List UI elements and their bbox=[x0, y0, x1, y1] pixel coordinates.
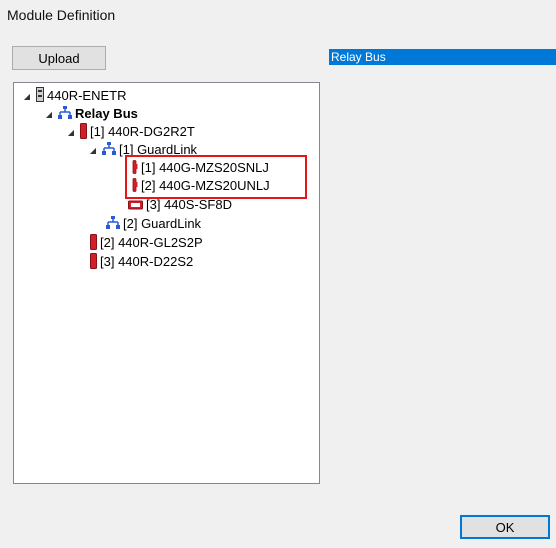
tree-node-relay-bus[interactable]: ◢ Relay Bus bbox=[44, 105, 138, 123]
tree-node-root[interactable]: ◢ 440R-ENETR bbox=[22, 87, 126, 105]
tree-node-label: [2] GuardLink bbox=[123, 216, 202, 231]
collapse-icon[interactable]: ◢ bbox=[88, 146, 98, 155]
tree-node-label: [1] GuardLink bbox=[119, 142, 198, 157]
tree-node-label: [2] 440G-MZS20UNLJ bbox=[141, 178, 270, 193]
tree-node-label: Relay Bus bbox=[75, 106, 138, 121]
selected-item-header: Relay Bus bbox=[329, 49, 556, 65]
relay-module-icon bbox=[80, 122, 87, 142]
tree-node-label: [2] 440R-GL2S2P bbox=[100, 235, 203, 250]
tree-node-guardlink-1[interactable]: ◢ [1] GuardLink bbox=[88, 141, 197, 159]
tree-node-module-1[interactable]: ◢ [1] 440R-DG2R2T bbox=[66, 122, 195, 142]
relay-module-icon bbox=[90, 233, 97, 253]
safety-switch-icon bbox=[132, 159, 138, 177]
collapse-icon[interactable]: ◢ bbox=[22, 92, 32, 101]
tree-node-label: [3] 440R-D22S2 bbox=[100, 254, 194, 269]
tree-node-guardlink-2[interactable]: [2] GuardLink bbox=[106, 215, 201, 233]
tree-node-label: [1] 440G-MZS20SNLJ bbox=[141, 160, 269, 175]
upload-button[interactable]: Upload bbox=[12, 46, 106, 70]
tree-node-label: [1] 440R-DG2R2T bbox=[90, 124, 195, 139]
adapter-module-icon bbox=[36, 87, 44, 105]
relay-module-icon bbox=[90, 252, 97, 272]
safety-device-icon bbox=[128, 198, 143, 213]
tree-node-module-2[interactable]: [2] 440R-GL2S2P bbox=[90, 233, 203, 253]
window-title: Module Definition bbox=[7, 7, 116, 23]
ok-button[interactable]: OK bbox=[460, 515, 550, 539]
network-icon bbox=[102, 142, 116, 158]
collapse-icon[interactable]: ◢ bbox=[44, 110, 54, 119]
module-tree[interactable]: ◢ 440R-ENETR ◢ Relay Bus ◢ [1] 440R-DG2R… bbox=[13, 82, 320, 484]
tree-node-device-3[interactable]: [3] 440S-SF8D bbox=[128, 196, 232, 214]
collapse-icon[interactable]: ◢ bbox=[66, 128, 76, 137]
tree-node-label: [3] 440S-SF8D bbox=[146, 197, 232, 212]
safety-switch-icon bbox=[132, 177, 138, 195]
network-icon bbox=[106, 216, 120, 232]
tree-node-module-3[interactable]: [3] 440R-D22S2 bbox=[90, 252, 194, 272]
tree-node-device-2[interactable]: [2] 440G-MZS20UNLJ bbox=[132, 177, 270, 195]
network-icon bbox=[58, 106, 72, 122]
tree-node-label: 440R-ENETR bbox=[47, 88, 127, 103]
tree-node-device-1[interactable]: [1] 440G-MZS20SNLJ bbox=[132, 159, 269, 177]
